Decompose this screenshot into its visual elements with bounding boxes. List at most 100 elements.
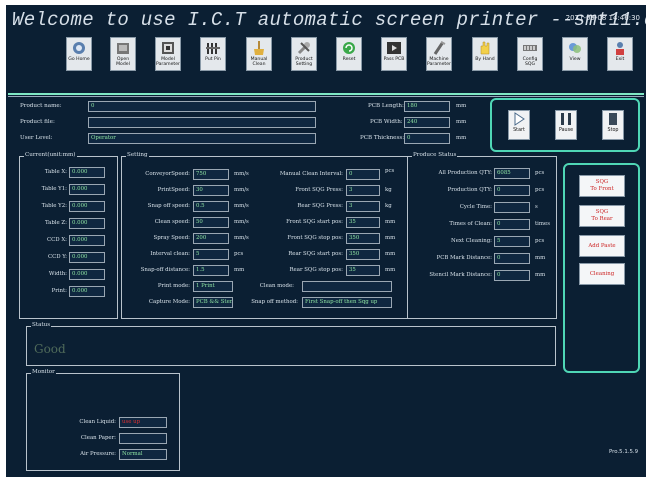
cycle-time-unit: s: [535, 204, 538, 210]
header-divider: [8, 93, 644, 95]
table-y1-field[interactable]: 0.000: [69, 184, 105, 195]
sqg-to-front-button[interactable]: SQG To Front: [579, 175, 625, 197]
reset-button[interactable]: Reset: [336, 37, 362, 71]
pause-button[interactable]: Pause: [555, 110, 577, 140]
exit-button[interactable]: Exit: [607, 37, 633, 71]
print-field[interactable]: 0.000: [69, 286, 105, 297]
pcb-width-field[interactable]: 240: [404, 117, 450, 128]
snap-off-speed-unit: mm/s: [234, 203, 249, 209]
cycle-time-label: Cycle Time:: [459, 204, 492, 210]
pcb-thickness-field[interactable]: 0: [404, 133, 450, 144]
start-button[interactable]: Start: [508, 110, 530, 140]
produce-status-title: Produce Status: [412, 152, 458, 158]
clean-paper-label: Clean Paper:: [80, 435, 116, 441]
table-z-field[interactable]: 0.000: [69, 218, 105, 229]
machine-parameter-icon: [431, 40, 447, 56]
next-cleaning-field[interactable]: 5: [494, 236, 530, 247]
stencil-mark-distance-field[interactable]: 0: [494, 270, 530, 281]
put-pin-button[interactable]: Put Pin: [200, 37, 226, 71]
toolbar-label: Config SQG: [522, 57, 538, 67]
cycle-time-field[interactable]: [494, 202, 530, 213]
setting-group-title: Setting: [126, 152, 149, 158]
snap-off-distance-label: Snap-off distance:: [140, 267, 190, 273]
print-mode-select[interactable]: 1 Print: [193, 281, 233, 292]
sqg-to-rear-button[interactable]: SQG To Rear: [579, 205, 625, 227]
product-name-label: Product name:: [20, 103, 62, 109]
status-message: Good: [34, 342, 66, 356]
spray-speed-field[interactable]: 200: [193, 233, 229, 244]
front-sqg-press-label: Front SQG Press:: [295, 187, 343, 193]
config-sqg-button[interactable]: Config SQG: [517, 37, 543, 71]
manual-clean-button[interactable]: Manual Clean: [246, 37, 272, 71]
pcb-mark-distance-field[interactable]: 0: [494, 253, 530, 264]
status-group: Status: [26, 322, 556, 366]
pass-pcb-icon: [386, 40, 402, 56]
view-button[interactable]: View: [562, 37, 588, 71]
add-paste-button[interactable]: Add Paste: [579, 235, 625, 257]
model-parameter-button[interactable]: Model Parameter: [155, 37, 181, 71]
ccd-y-field[interactable]: 0.000: [69, 252, 105, 263]
model-parameter-icon: [160, 40, 176, 56]
front-sqg-stop-pos-field[interactable]: 350: [346, 233, 380, 244]
next-cleaning-unit: pcs: [535, 238, 545, 244]
table-x-label: Table X:: [44, 169, 67, 175]
rear-sqg-start-pos-field[interactable]: 350: [346, 249, 380, 260]
toolbar-label: Product Setting: [295, 57, 313, 67]
table-z-label: Table Z:: [44, 220, 67, 226]
conveyor-speed-field[interactable]: 750: [193, 169, 229, 180]
table-y2-field[interactable]: 0.000: [69, 201, 105, 212]
rear-sqg-stop-pos-field[interactable]: 35: [346, 265, 380, 276]
snap-off-speed-field[interactable]: 0.5: [193, 201, 229, 212]
pcb-length-field[interactable]: 180: [404, 101, 450, 112]
product-setting-button[interactable]: Product Setting: [291, 37, 317, 71]
open-model-button[interactable]: Open Model: [110, 37, 136, 71]
clean-speed-unit: mm/s: [234, 219, 249, 225]
clean-liquid-status: use up: [119, 417, 167, 428]
print-speed-field[interactable]: 30: [193, 185, 229, 196]
user-level-field[interactable]: Operator: [88, 133, 316, 144]
interval-clean-field[interactable]: 5: [193, 249, 229, 260]
width-field[interactable]: 0.000: [69, 269, 105, 280]
production-qty-field[interactable]: 0: [494, 185, 530, 196]
times-of-clean-field[interactable]: 0: [494, 219, 530, 230]
air-pressure-label: Air Pressure:: [80, 451, 116, 457]
clean-liquid-label: Clean Liquid:: [79, 419, 116, 425]
product-setting-icon: [296, 40, 312, 56]
clean-speed-field[interactable]: 50: [193, 217, 229, 228]
ccd-y-label: CCD Y:: [48, 254, 67, 260]
table-x-field[interactable]: 0.000: [69, 167, 105, 178]
datetime-display: 2021-09-08 14:46:30: [565, 14, 640, 22]
by-hand-button[interactable]: By Hand: [472, 37, 498, 71]
clean-mode-select[interactable]: [302, 281, 392, 292]
clean-mode-label: Clean mode:: [259, 283, 294, 289]
front-sqg-press-field[interactable]: 3: [346, 185, 380, 196]
all-production-qty-field[interactable]: 6085: [494, 168, 530, 179]
product-file-field[interactable]: [88, 117, 316, 128]
rear-sqg-start-pos-label: Rear SQG start pos:: [288, 251, 343, 257]
stop-label: Stop: [607, 128, 619, 133]
cleaning-button[interactable]: Cleaning: [579, 263, 625, 285]
put-pin-icon: [205, 40, 221, 56]
toolbar-label: Go Home: [68, 57, 90, 62]
next-cleaning-label: Next Cleaning:: [450, 238, 492, 244]
product-name-field[interactable]: 0: [88, 101, 316, 112]
stop-button[interactable]: Stop: [602, 110, 624, 140]
snap-off-method-select[interactable]: First Snap-off then Sqg up: [302, 297, 392, 308]
ccd-x-field[interactable]: 0.000: [69, 235, 105, 246]
manual-clean-interval-field[interactable]: 0: [346, 169, 380, 180]
machine-parameter-button[interactable]: Machine Parameter: [426, 37, 452, 71]
pcb-width-unit: mm: [456, 119, 467, 125]
user-level-label: User Level:: [20, 135, 53, 141]
current-group-title: Current(unit:mm): [24, 152, 77, 158]
go-home-button[interactable]: Go Home: [66, 37, 92, 71]
app-title: Welcome to use I.C.T automatic screen pr…: [12, 9, 646, 31]
squeegee-action-panel: SQG To Front SQG To Rear Add Paste Clean…: [563, 163, 640, 373]
front-sqg-start-pos-field[interactable]: 35: [346, 217, 380, 228]
print-mode-label: Print mode:: [157, 283, 190, 289]
pass-pcb-button[interactable]: Pass PCB: [381, 37, 407, 71]
view-icon: [567, 40, 583, 56]
open-model-icon: [115, 40, 131, 56]
rear-sqg-press-field[interactable]: 3: [346, 201, 380, 212]
capture-mode-select[interactable]: PCB && Stencil: [193, 297, 233, 308]
snap-off-distance-field[interactable]: 1.5: [193, 265, 229, 276]
